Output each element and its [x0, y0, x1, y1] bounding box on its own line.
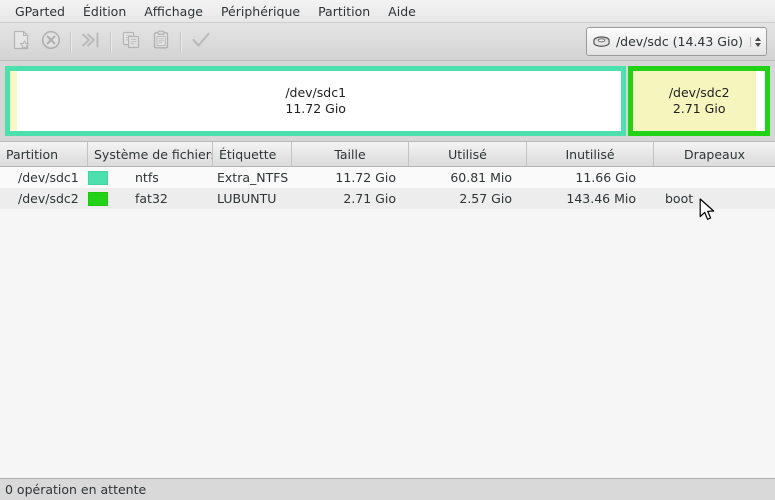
partition-list-empty-area	[0, 209, 775, 478]
partition-table-header: Partition Système de fichiers Étiquette …	[0, 142, 775, 167]
menu-partition[interactable]: Partition	[309, 2, 379, 21]
used-space-indicator-sdc2	[633, 71, 756, 131]
cell-filesystem: fat32	[135, 191, 168, 206]
filesystem-color-swatch	[88, 192, 108, 206]
disk-graphic-view: /dev/sdc1 11.72 Gio /dev/sdc2 2.71 Gio	[0, 61, 775, 141]
device-selector[interactable]: /dev/sdc (14.43 Gio)	[586, 27, 767, 56]
column-header-label[interactable]: Étiquette	[213, 142, 292, 166]
column-header-used[interactable]: Utilisé	[409, 142, 527, 166]
new-partition-icon	[10, 29, 32, 54]
gparted-window: GParted Édition Affichage Périphérique P…	[0, 0, 775, 500]
menu-bar: GParted Édition Affichage Périphérique P…	[0, 0, 775, 23]
paste-clipboard-icon	[150, 29, 172, 54]
hard-disk-icon	[592, 34, 611, 49]
toolbar-group-apply	[186, 27, 216, 57]
filesystem-color-swatch	[88, 171, 108, 185]
toolbar-group-resize	[76, 27, 106, 57]
resize-move-arrow-icon	[80, 29, 102, 54]
cell-used: 2.57 Gio	[409, 191, 527, 206]
cell-size: 2.71 Gio	[292, 191, 409, 206]
cell-unused: 143.46 Mio	[527, 191, 654, 206]
status-bar: 0 opération en attente	[0, 478, 775, 500]
paste-button[interactable]	[146, 27, 176, 57]
cell-unused: 11.66 Gio	[527, 170, 654, 185]
toolbar-group-create	[6, 27, 66, 57]
cell-label: LUBUNTU	[213, 191, 292, 206]
partition-graphic-sdc1-size: 11.72 Gio	[285, 101, 346, 117]
menu-edition[interactable]: Édition	[74, 2, 135, 21]
cell-flags: boot	[654, 191, 775, 206]
cell-partition: /dev/sdc1	[0, 170, 88, 185]
new-partition-button[interactable]	[6, 27, 36, 57]
column-header-filesystem[interactable]: Système de fichiers	[88, 142, 213, 166]
copy-button[interactable]	[116, 27, 146, 57]
device-selector-value: /dev/sdc (14.43 Gio)	[616, 34, 750, 49]
resize-move-button[interactable]	[76, 27, 106, 57]
partition-graphic-sdc1-name: /dev/sdc1	[285, 85, 346, 101]
pending-operations-text: 0 opération en attente	[5, 482, 146, 497]
partition-graphic-sdc2[interactable]: /dev/sdc2 2.71 Gio	[628, 66, 770, 136]
toolbar-separator-1	[70, 32, 72, 52]
column-header-flags[interactable]: Drapeaux	[654, 142, 775, 166]
partition-list: Partition Système de fichiers Étiquette …	[0, 141, 775, 478]
table-row[interactable]: /dev/sdc1 ntfs Extra_NTFS 11.72 Gio 60.8…	[0, 167, 775, 188]
column-header-unused[interactable]: Inutilisé	[527, 142, 654, 166]
toolbar-group-clipboard	[116, 27, 176, 57]
toolbar-separator-2	[110, 32, 112, 52]
apply-button[interactable]	[186, 27, 216, 57]
partition-graphic-sdc1[interactable]: /dev/sdc1 11.72 Gio	[5, 66, 626, 136]
delete-partition-button[interactable]	[36, 27, 66, 57]
copy-icon	[120, 29, 142, 54]
cell-partition: /dev/sdc2	[0, 191, 88, 206]
cell-filesystem: ntfs	[135, 170, 159, 185]
menu-aide[interactable]: Aide	[379, 2, 425, 21]
cell-label: Extra_NTFS	[213, 170, 292, 185]
column-header-size[interactable]: Taille	[292, 142, 409, 166]
cell-used: 60.81 Mio	[409, 170, 527, 185]
toolbar-separator-3	[180, 32, 182, 52]
apply-checkmark-icon	[190, 29, 212, 54]
partition-graphic-sdc1-text: /dev/sdc1 11.72 Gio	[285, 85, 346, 117]
column-header-partition[interactable]: Partition	[0, 142, 88, 166]
delete-circle-x-icon	[40, 29, 62, 54]
toolbar: /dev/sdc (14.43 Gio)	[0, 23, 775, 61]
menu-gparted[interactable]: GParted	[6, 2, 74, 21]
menu-peripherique[interactable]: Périphérique	[212, 2, 309, 21]
cell-size: 11.72 Gio	[292, 170, 409, 185]
chevron-updown-icon[interactable]	[750, 37, 764, 47]
menu-affichage[interactable]: Affichage	[135, 2, 212, 21]
used-space-indicator-sdc1	[10, 71, 17, 131]
table-row[interactable]: /dev/sdc2 fat32 LUBUNTU 2.71 Gio 2.57 Gi…	[0, 188, 775, 209]
